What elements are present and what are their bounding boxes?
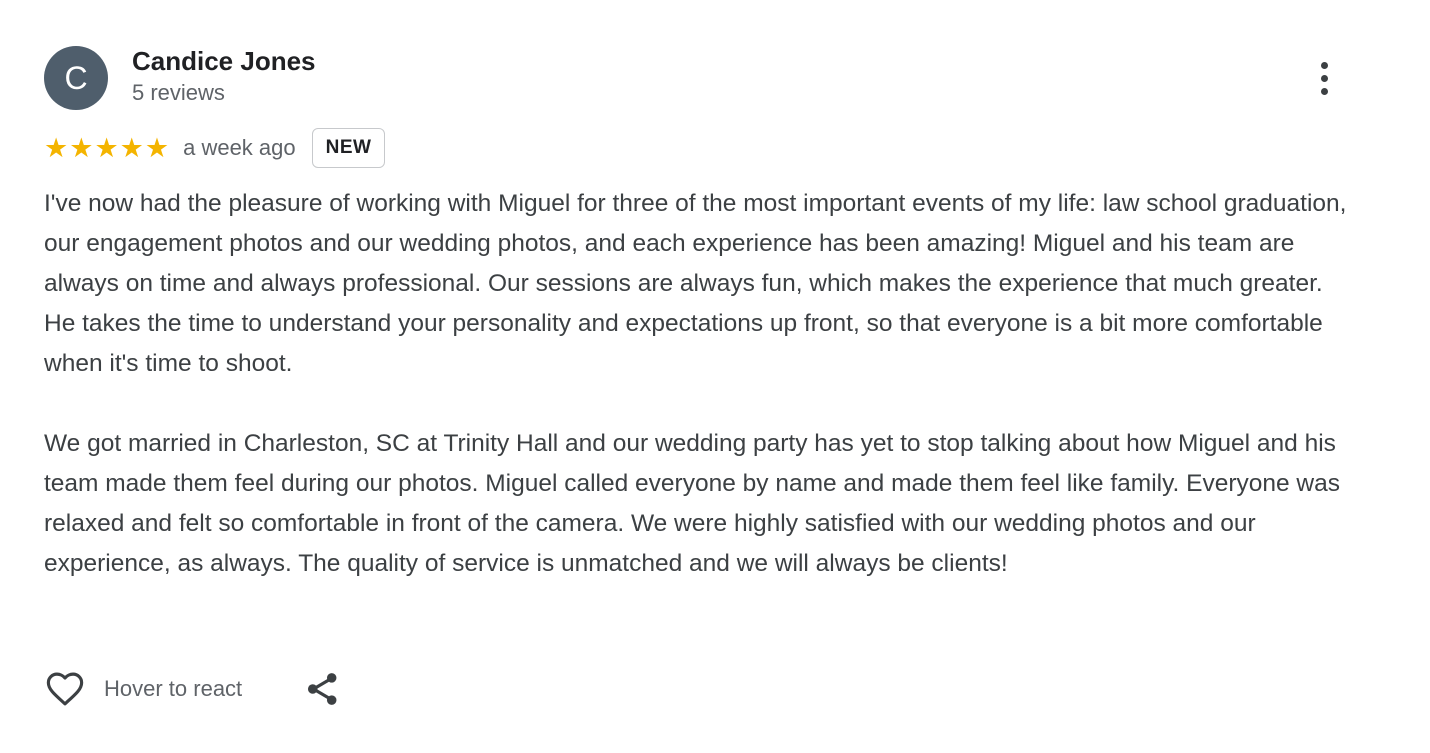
star-icon: ★	[69, 132, 94, 164]
more-options-button[interactable]	[1308, 58, 1340, 98]
star-icon: ★	[119, 132, 144, 164]
author-name[interactable]: Candice Jones	[132, 46, 316, 76]
more-vert-icon	[1320, 61, 1328, 95]
share-icon[interactable]	[304, 670, 342, 708]
review-card: C Candice Jones 5 reviews ★ ★ ★ ★ ★ a we…	[44, 46, 1364, 584]
new-badge: NEW	[311, 128, 386, 168]
review-text: I've now had the pleasure of working wit…	[44, 184, 1354, 584]
star-icon: ★	[44, 132, 69, 164]
rating-row: ★ ★ ★ ★ ★ a week ago NEW	[44, 126, 1364, 170]
star-icon: ★	[144, 132, 170, 164]
review-actions: Hover to react	[44, 668, 342, 710]
review-paragraph: I've now had the pleasure of working wit…	[44, 190, 1347, 377]
review-header: C Candice Jones 5 reviews	[44, 46, 1364, 112]
react-label: Hover to react	[104, 676, 243, 701]
author-info: Candice Jones 5 reviews	[132, 46, 316, 108]
review-date: a week ago	[183, 135, 296, 160]
avatar[interactable]: C	[44, 46, 108, 110]
author-review-count: 5 reviews	[132, 80, 225, 105]
star-icon: ★	[94, 132, 119, 164]
star-rating: ★ ★ ★ ★ ★	[44, 135, 169, 162]
review-paragraph: We got married in Charleston, SC at Trin…	[44, 430, 1340, 577]
heart-outline-icon[interactable]	[44, 668, 86, 710]
